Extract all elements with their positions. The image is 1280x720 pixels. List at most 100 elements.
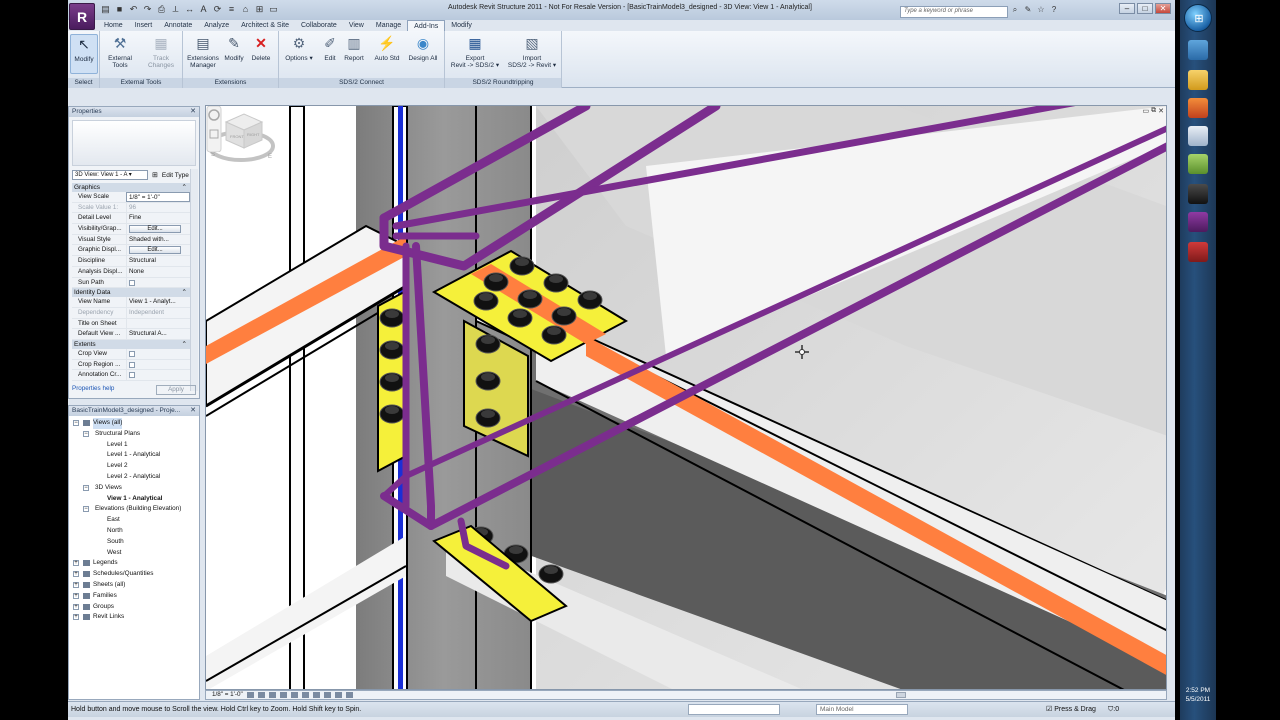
tab-collaborate[interactable]: Collaborate (295, 20, 343, 31)
close-icon[interactable]: ✕ (1155, 3, 1171, 14)
section-extents[interactable]: Extents ⌃ (72, 339, 190, 349)
notes-icon[interactable] (1188, 154, 1208, 174)
minimize-icon[interactable]: – (1119, 3, 1135, 14)
expand-toggle-icon[interactable]: + (73, 614, 79, 621)
sds2-report-button[interactable]: ▥ Report (341, 34, 367, 62)
analytical-model-icon[interactable] (345, 692, 353, 698)
revit-icon[interactable] (1188, 212, 1208, 232)
browser-tree-item[interactable]: + Groups (69, 602, 199, 613)
print-icon[interactable]: ⎙ (156, 4, 167, 15)
extensions-delete-button[interactable]: ✕ Delete (248, 34, 274, 62)
expand-toggle-icon[interactable]: + (73, 592, 79, 599)
default-view-value[interactable]: Structural A... (126, 329, 190, 339)
browser-tree-item[interactable]: −3D Views (69, 483, 199, 494)
view-name-value[interactable]: View 1 - Analyt... (126, 297, 190, 307)
lock-view-icon[interactable] (312, 692, 320, 698)
workset-selector[interactable] (688, 704, 780, 715)
browser-tree-item[interactable]: Level 1 - Analytical (69, 450, 199, 461)
expand-toggle-icon[interactable]: − (83, 430, 89, 437)
tile-view-icon[interactable]: ⧉ (1151, 107, 1156, 115)
close-view-icon[interactable]: ✕ (1158, 107, 1164, 115)
external-tools-button[interactable]: ⚒ External Tools (104, 34, 136, 69)
start-button[interactable]: ⊞ (1184, 4, 1212, 32)
analysis-display-value[interactable]: None (126, 266, 190, 277)
expand-toggle-icon[interactable]: + (73, 603, 79, 610)
crop-region-checkbox[interactable] (129, 361, 135, 368)
browser-tree-item[interactable]: − Elevations (Building Elevation) (69, 504, 199, 515)
browser-tree-item[interactable]: + Legends (69, 558, 199, 569)
horizontal-scrollbar-thumb[interactable] (896, 692, 906, 698)
dimension-icon[interactable]: ↔ (184, 4, 195, 15)
annotation-crop-checkbox[interactable] (129, 372, 135, 379)
restore-view-icon[interactable]: ▭ (1143, 107, 1150, 115)
3d-view-canvas[interactable]: ▭ ⧉ ✕ FRONT RIGHT S E (205, 105, 1167, 690)
visibility-edit-button[interactable]: Edit... (129, 225, 181, 234)
view-scale-button[interactable]: 1/8" = 1'-0" (212, 691, 243, 699)
browser-tree-item[interactable]: − Views (all) (69, 418, 199, 429)
tab-home[interactable]: Home (98, 20, 129, 31)
tab-annotate[interactable]: Annotate (158, 20, 198, 31)
sds2-icon[interactable] (1188, 184, 1208, 204)
media-player-icon[interactable] (1188, 98, 1208, 118)
design-option-selector[interactable]: Main Model (816, 704, 908, 715)
sun-path-icon[interactable] (268, 692, 276, 698)
sds2-options-button[interactable]: ⚙ Options ▾ (285, 34, 313, 62)
tab-view[interactable]: View (343, 20, 370, 31)
expand-toggle-icon[interactable]: + (73, 581, 79, 588)
close-icon[interactable]: ✕ (190, 406, 196, 416)
track-changes-button[interactable]: ▦ Track Changes (144, 34, 178, 69)
detail-level-icon[interactable] (246, 692, 254, 698)
tab-modify[interactable]: Modify (445, 20, 478, 31)
crop-view-icon[interactable] (290, 692, 298, 698)
tab-architect-site[interactable]: Architect & Site (235, 20, 295, 31)
help-icon[interactable]: ? (1049, 5, 1059, 15)
apply-button[interactable]: Apply (156, 385, 196, 395)
redo-icon[interactable]: ↷ (142, 4, 153, 15)
properties-help-link[interactable]: Properties help (72, 385, 114, 395)
recorder-icon[interactable] (1188, 242, 1208, 262)
document-icon[interactable] (1188, 126, 1208, 146)
title-on-sheet-value[interactable] (126, 318, 190, 329)
view-scale-input[interactable]: 1/8" = 1'-0" (126, 192, 190, 202)
sync-icon[interactable]: ⟳ (212, 4, 223, 15)
extensions-modify-button[interactable]: ✎ Modify (221, 34, 247, 62)
browser-tree-item[interactable]: East (69, 515, 199, 526)
sds2-design-all-button[interactable]: ◉ Design All (405, 34, 441, 62)
browser-tree-item[interactable]: West (69, 548, 199, 559)
sds2-auto-std-button[interactable]: ⚡ Auto Std (371, 34, 403, 62)
clock[interactable]: 2:52 PM 5/5/2011 (1180, 686, 1216, 704)
visual-style-value[interactable]: Shaded with... (126, 234, 190, 245)
browser-tree-item[interactable]: + Schedules/Quantities (69, 569, 199, 580)
section-identity-data[interactable]: Identity Data ⌃ (72, 288, 190, 298)
ie-icon[interactable] (1188, 40, 1208, 60)
browser-tree-item[interactable]: + Revit Links (69, 612, 199, 623)
binoculars-icon[interactable]: ⌕ (1010, 5, 1020, 15)
undo-icon[interactable]: ↶ (128, 4, 139, 15)
browser-tree-item[interactable]: + Families (69, 591, 199, 602)
tab-insert[interactable]: Insert (129, 20, 159, 31)
sun-path-checkbox[interactable] (129, 279, 135, 286)
extensions-manager-button[interactable]: ▤ Extensions Manager (186, 34, 220, 69)
properties-scrollbar[interactable] (190, 169, 198, 391)
show-crop-icon[interactable] (301, 692, 309, 698)
graphic-display-edit-button[interactable]: Edit... (129, 246, 181, 255)
press-drag-toggle[interactable]: ☑ Press & Drag (1046, 702, 1096, 717)
visual-style-icon[interactable] (257, 692, 265, 698)
switch-windows-icon[interactable]: ▭ (268, 4, 279, 15)
application-menu-button[interactable]: R (69, 3, 95, 30)
help-search-input[interactable]: Type a keyword or phrase (900, 6, 1008, 18)
expand-toggle-icon[interactable]: − (83, 506, 89, 513)
discipline-value[interactable]: Structural (126, 256, 190, 266)
thin-lines-icon[interactable]: ≡ (226, 4, 237, 15)
expand-toggle-icon[interactable]: − (83, 484, 89, 491)
expand-toggle-icon[interactable]: − (73, 420, 79, 426)
explorer-icon[interactable] (1188, 70, 1208, 90)
browser-tree-item[interactable]: North (69, 526, 199, 537)
browser-tree-item[interactable]: View 1 - Analytical (69, 494, 199, 505)
browser-tree-item[interactable]: − Structural Plans (69, 429, 199, 440)
import-sds2-revit-button[interactable]: ▧ Import SDS/2 -> Revit ▾ (505, 34, 559, 69)
export-revit-sds2-button[interactable]: ▦ Export Revit -> SDS/2 ▾ (449, 34, 501, 69)
maximize-icon[interactable]: □ (1137, 3, 1153, 14)
open-icon[interactable]: ▤ (100, 4, 111, 15)
close-icon[interactable]: ✕ (190, 107, 196, 117)
